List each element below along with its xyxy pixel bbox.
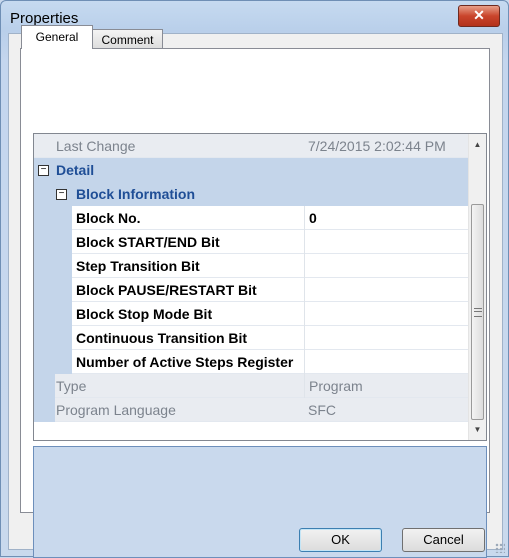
property-row-program-language[interactable]: Program Language SFC — [34, 398, 469, 422]
property-name: Program Language — [56, 402, 176, 418]
property-name: Block START/END Bit — [76, 234, 220, 250]
tab-comment[interactable]: Comment — [92, 29, 163, 49]
indent-gutter — [34, 182, 55, 206]
property-row-continuous-transition-bit[interactable]: Continuous Transition Bit — [34, 326, 469, 350]
indent-gutter — [34, 350, 55, 374]
indent-gutter — [55, 302, 72, 326]
scroll-up-arrow-icon[interactable]: ▲ — [469, 136, 486, 153]
collapse-icon[interactable]: − — [38, 165, 49, 176]
category-detail[interactable]: − Detail — [34, 158, 469, 182]
property-row-block-pause-restart-bit[interactable]: Block PAUSE/RESTART Bit — [34, 278, 469, 302]
property-name: Type — [56, 378, 87, 394]
property-value: SFC — [308, 402, 336, 418]
tab-panel: Last Change 7/24/2015 2:02:44 PM − Detai… — [20, 48, 490, 558]
indent-gutter — [55, 206, 72, 230]
property-row-last-change[interactable]: Last Change 7/24/2015 2:02:44 PM — [34, 134, 469, 158]
property-value[interactable] — [304, 326, 469, 350]
property-row-block-no[interactable]: Block No. 0 — [34, 206, 469, 230]
property-name: Continuous Transition Bit — [76, 330, 248, 346]
property-value: Program — [304, 374, 469, 398]
indent-gutter — [34, 230, 55, 254]
scrollbar-thumb[interactable] — [471, 204, 484, 420]
tab-general[interactable]: General — [21, 25, 93, 49]
indent-gutter — [34, 302, 55, 326]
properties-window: Properties ✕ General Comment Last Change… — [0, 0, 509, 558]
indent-gutter — [55, 350, 72, 374]
indent-gutter — [34, 326, 55, 350]
property-row-block-start-end-bit[interactable]: Block START/END Bit — [34, 230, 469, 254]
indent-gutter — [34, 398, 55, 422]
property-value[interactable] — [304, 302, 469, 326]
indent-gutter — [55, 326, 72, 350]
property-grid: Last Change 7/24/2015 2:02:44 PM − Detai… — [33, 133, 487, 441]
cancel-button[interactable]: Cancel — [402, 528, 485, 552]
grip-icon — [474, 308, 482, 317]
indent-gutter — [34, 254, 55, 278]
close-icon: ✕ — [473, 7, 485, 23]
property-row-active-steps-register[interactable]: Number of Active Steps Register — [34, 350, 469, 374]
property-row-step-transition-bit[interactable]: Step Transition Bit — [34, 254, 469, 278]
property-value[interactable]: 0 — [304, 206, 469, 230]
close-button[interactable]: ✕ — [458, 5, 500, 27]
property-name: Block No. — [76, 210, 141, 226]
property-name: Number of Active Steps Register — [76, 354, 294, 370]
vertical-scrollbar[interactable]: ▲ ▼ — [468, 134, 486, 440]
property-value[interactable] — [304, 230, 469, 254]
indent-gutter — [34, 374, 55, 398]
property-row-block-stop-mode-bit[interactable]: Block Stop Mode Bit — [34, 302, 469, 326]
collapse-icon[interactable]: − — [56, 189, 67, 200]
indent-gutter — [34, 278, 55, 302]
property-value: 7/24/2015 2:02:44 PM — [308, 138, 446, 154]
property-name: Block Stop Mode Bit — [76, 306, 213, 322]
scroll-down-arrow-icon[interactable]: ▼ — [469, 421, 486, 438]
category-block-information[interactable]: − Block Information — [34, 182, 469, 206]
property-value[interactable] — [304, 254, 469, 278]
property-name: Block PAUSE/RESTART Bit — [76, 282, 257, 298]
ok-button[interactable]: OK — [299, 528, 382, 552]
property-row-type[interactable]: Type Program — [34, 374, 469, 398]
indent-gutter — [55, 278, 72, 302]
property-value[interactable] — [304, 278, 469, 302]
category-label: Detail — [56, 162, 95, 178]
property-name: Step Transition Bit — [76, 258, 200, 274]
property-name: Last Change — [56, 138, 136, 154]
property-value[interactable] — [304, 350, 469, 374]
indent-gutter — [55, 230, 72, 254]
property-rows: Last Change 7/24/2015 2:02:44 PM − Detai… — [34, 134, 469, 422]
category-label: Block Information — [76, 186, 196, 202]
resize-grip-icon[interactable] — [495, 543, 505, 553]
indent-gutter — [55, 254, 72, 278]
indent-gutter — [34, 206, 55, 230]
